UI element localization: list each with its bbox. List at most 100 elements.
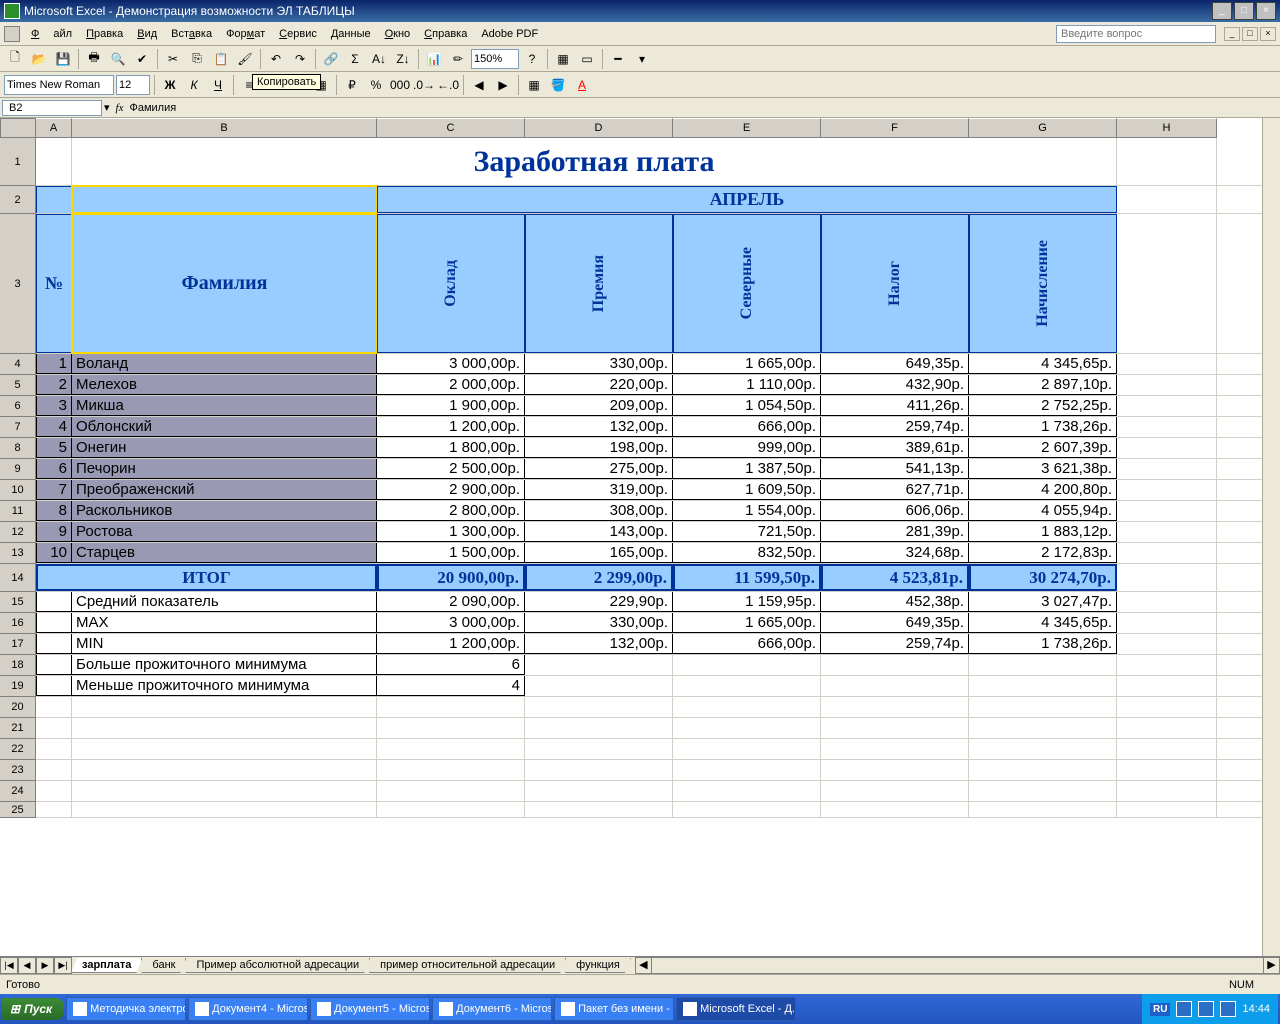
tab-prev-icon[interactable]: ◀ — [18, 957, 36, 974]
summary-c[interactable]: 4 — [377, 676, 525, 696]
cell[interactable] — [1117, 781, 1217, 801]
cell[interactable] — [36, 138, 72, 185]
cell[interactable] — [1117, 354, 1217, 374]
itog-e[interactable]: 11 599,50р. — [673, 564, 821, 591]
cell[interactable] — [525, 781, 673, 801]
cut-icon[interactable]: ✂ — [162, 48, 184, 70]
cell[interactable] — [72, 802, 377, 817]
sheet-tab[interactable]: банк — [141, 958, 186, 973]
summary-c[interactable]: 1 200,00р. — [377, 634, 525, 654]
open-icon[interactable]: 📂 — [28, 48, 50, 70]
hdr-bonus[interactable]: Премия — [525, 214, 673, 353]
cell[interactable] — [377, 718, 525, 738]
cell[interactable] — [673, 760, 821, 780]
col-header-B[interactable]: B — [72, 118, 377, 138]
summary-label[interactable]: MAX — [72, 613, 377, 633]
help-question-input[interactable] — [1056, 25, 1216, 43]
horizontal-scrollbar[interactable]: ◀ ▶ — [635, 957, 1280, 974]
cell[interactable] — [1117, 655, 1217, 675]
font-name-combo[interactable] — [4, 75, 114, 95]
cell[interactable] — [377, 739, 525, 759]
summary-d[interactable]: 132,00р. — [525, 634, 673, 654]
menu-view[interactable]: Вид — [130, 25, 164, 43]
menu-help[interactable]: Справка — [417, 25, 474, 43]
row-header[interactable]: 24 — [0, 781, 36, 802]
menu-tools[interactable]: Сервис — [272, 25, 324, 43]
close-button[interactable]: × — [1256, 2, 1276, 20]
cell[interactable] — [969, 676, 1117, 696]
help-icon[interactable]: ? — [521, 48, 543, 70]
formula-value[interactable]: Фамилия — [129, 102, 176, 114]
summary-g[interactable]: 4 345,65р. — [969, 613, 1117, 633]
cell[interactable] — [36, 634, 72, 654]
cell[interactable] — [1117, 480, 1217, 500]
hdr-tax[interactable]: Налог — [821, 214, 969, 353]
taskbar-item[interactable]: Документ5 - Microso... — [310, 997, 430, 1021]
cell[interactable] — [525, 718, 673, 738]
scroll-left-icon[interactable]: ◀ — [636, 958, 652, 973]
cell-name[interactable]: Мелехов — [72, 375, 377, 395]
cell-e[interactable]: 1 554,00р. — [673, 501, 821, 521]
cell-g[interactable]: 4 345,65р. — [969, 354, 1117, 374]
cell[interactable] — [673, 781, 821, 801]
cell-c[interactable]: 1 300,00р. — [377, 522, 525, 542]
cell-no[interactable]: 10 — [36, 543, 72, 563]
cell-no[interactable]: 3 — [36, 396, 72, 416]
cell-e[interactable]: 832,50р. — [673, 543, 821, 563]
cell[interactable] — [969, 802, 1117, 817]
cell[interactable] — [1117, 522, 1217, 542]
cell[interactable] — [72, 781, 377, 801]
row-header[interactable]: 17 — [0, 634, 36, 655]
cell[interactable] — [969, 739, 1117, 759]
summary-f[interactable]: 649,35р. — [821, 613, 969, 633]
copy-icon[interactable]: ⎘ — [186, 48, 208, 70]
cell[interactable] — [72, 760, 377, 780]
col-header-F[interactable]: F — [821, 118, 969, 138]
cell-name[interactable]: Микша — [72, 396, 377, 416]
itog-c[interactable]: 20 900,00р. — [377, 564, 525, 591]
cell-c[interactable]: 3 000,00р. — [377, 354, 525, 374]
cell-no[interactable]: 9 — [36, 522, 72, 542]
summary-f[interactable]: 259,74р. — [821, 634, 969, 654]
scroll-right-icon[interactable]: ▶ — [1263, 958, 1279, 973]
cell-e[interactable]: 721,50р. — [673, 522, 821, 542]
cell-d[interactable]: 165,00р. — [525, 543, 673, 563]
cell-f[interactable]: 627,71р. — [821, 480, 969, 500]
autosum-icon[interactable]: Σ — [344, 48, 366, 70]
itog-d[interactable]: 2 299,00р. — [525, 564, 673, 591]
cell-no[interactable]: 1 — [36, 354, 72, 374]
taskbar-item[interactable]: Пакет без имени - A... — [554, 997, 674, 1021]
summary-c[interactable]: 2 090,00р. — [377, 592, 525, 612]
fill-color-icon[interactable]: 🪣 — [547, 74, 569, 96]
summary-label[interactable]: MIN — [72, 634, 377, 654]
app-icon[interactable] — [4, 26, 20, 42]
cell[interactable] — [1117, 438, 1217, 458]
cell[interactable] — [821, 676, 969, 696]
cell-c[interactable]: 1 500,00р. — [377, 543, 525, 563]
itog-g[interactable]: 30 274,70р. — [969, 564, 1117, 591]
cell[interactable] — [525, 739, 673, 759]
taskbar-item[interactable]: Microsoft Excel - Д... — [676, 997, 796, 1021]
row-header[interactable]: 19 — [0, 676, 36, 697]
summary-label[interactable]: Больше прожиточного минимума — [72, 655, 377, 675]
hdr-salary[interactable]: Оклад — [377, 214, 525, 353]
cell-f[interactable]: 281,39р. — [821, 522, 969, 542]
row-header[interactable]: 8 — [0, 438, 36, 459]
summary-c[interactable]: 6 — [377, 655, 525, 675]
menu-window[interactable]: Окно — [378, 25, 418, 43]
cell[interactable] — [377, 697, 525, 717]
thousands-icon[interactable]: 000 — [389, 74, 411, 96]
cell[interactable] — [1117, 760, 1217, 780]
row-header[interactable]: 6 — [0, 396, 36, 417]
underline-button[interactable]: Ч — [207, 74, 229, 96]
cell[interactable] — [1117, 739, 1217, 759]
cell-g[interactable]: 2 897,10р. — [969, 375, 1117, 395]
cell-f[interactable]: 411,26р. — [821, 396, 969, 416]
maximize-button[interactable]: □ — [1234, 2, 1254, 20]
col-header-H[interactable]: H — [1117, 118, 1217, 138]
cell-g[interactable]: 2 607,39р. — [969, 438, 1117, 458]
cell-name[interactable]: Воланд — [72, 354, 377, 374]
col-header-D[interactable]: D — [525, 118, 673, 138]
row-header[interactable]: 14 — [0, 564, 36, 592]
cell[interactable] — [1117, 543, 1217, 563]
